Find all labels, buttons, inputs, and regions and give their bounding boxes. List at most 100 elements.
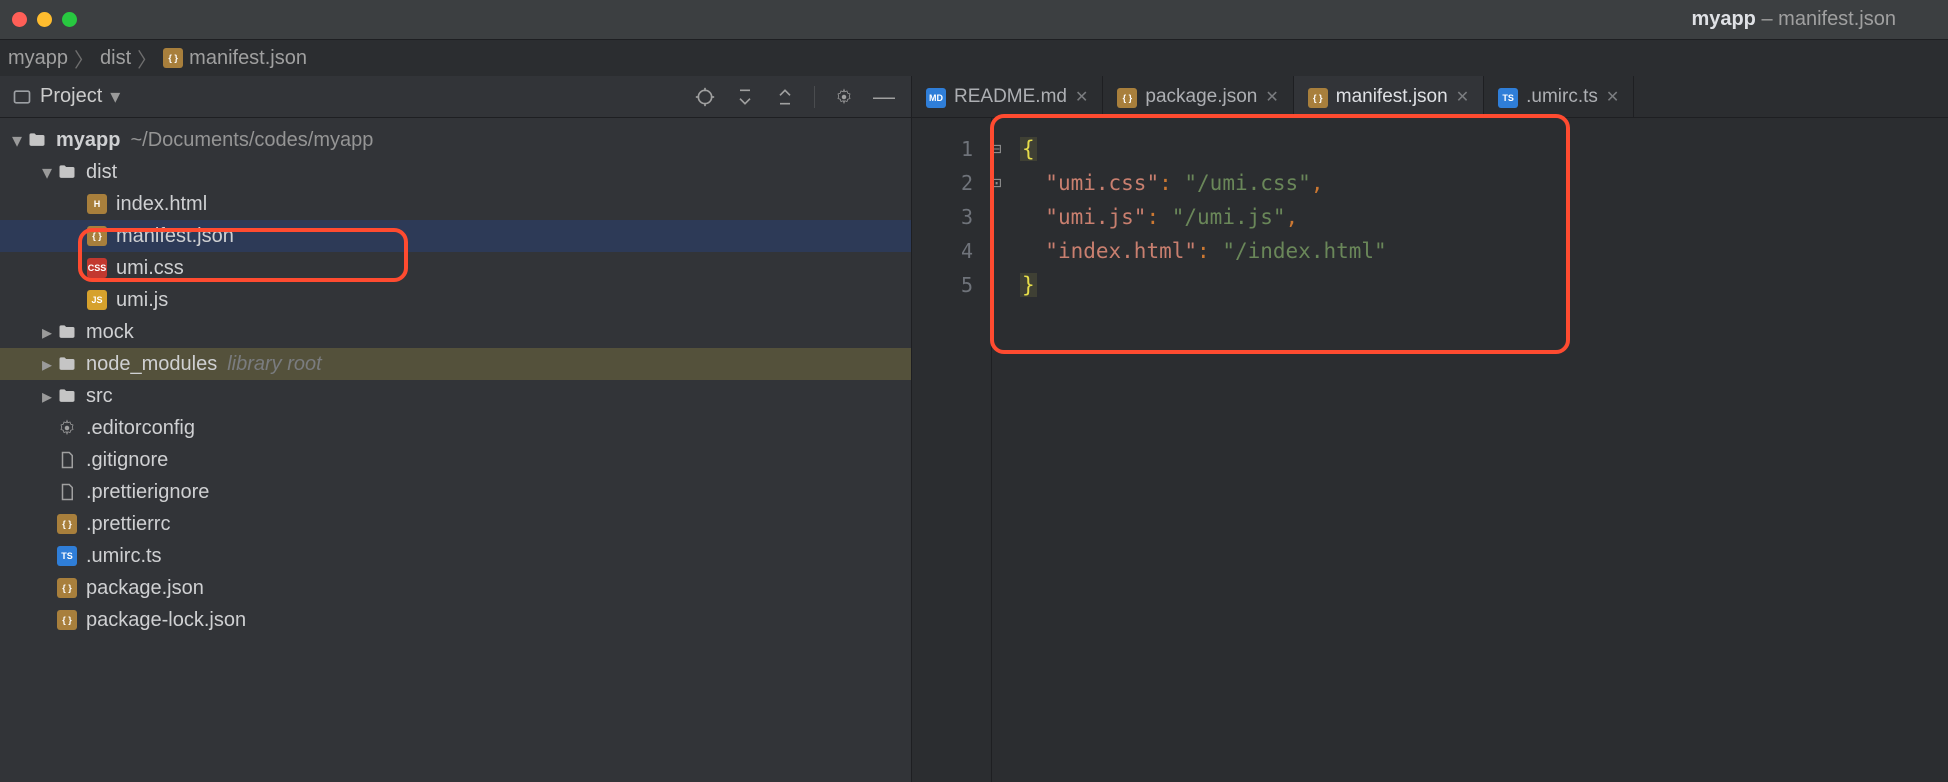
- minimize-window-button[interactable]: [37, 12, 52, 27]
- tree-item-label: umi.css: [116, 257, 184, 280]
- ts-file-icon: TS: [57, 546, 77, 566]
- tree-root[interactable]: ▾myapp~/Documents/codes/myapp: [0, 124, 911, 156]
- gear-icon: [835, 88, 853, 106]
- editor-tab[interactable]: TS.umirc.ts✕: [1484, 76, 1634, 117]
- json-file-icon: { }: [57, 578, 77, 598]
- settings-button[interactable]: [829, 82, 859, 112]
- editor-tab[interactable]: { }package.json✕: [1103, 76, 1293, 117]
- editor-tab[interactable]: MDREADME.md✕: [912, 76, 1103, 117]
- window-title: myapp – manifest.json: [77, 8, 1936, 31]
- tab-label: manifest.json: [1336, 86, 1448, 108]
- tree-item-label: package-lock.json: [86, 609, 246, 632]
- editor-area: MDREADME.md✕{ }package.json✕{ }manifest.…: [912, 76, 1948, 782]
- tree-item-label: mock: [86, 321, 134, 344]
- project-icon: [12, 87, 32, 107]
- tree-item-label: .gitignore: [86, 449, 168, 472]
- breadcrumb-item[interactable]: dist: [100, 47, 131, 70]
- tree-file[interactable]: .editorconfig: [0, 412, 911, 444]
- minus-icon: —: [873, 84, 895, 110]
- chevron-down-icon: ▾: [38, 160, 56, 185]
- code-line: "umi.js": "/umi.js",: [1020, 200, 1948, 234]
- breadcrumb-sep: 〉: [137, 44, 157, 73]
- tree-file[interactable]: Hindex.html: [0, 188, 911, 220]
- tree-file[interactable]: .prettierignore: [0, 476, 911, 508]
- code-area[interactable]: { "umi.css": "/umi.css", "umi.js": "/umi…: [1010, 118, 1948, 782]
- tree-file[interactable]: { }package-lock.json: [0, 604, 911, 636]
- expand-all-button[interactable]: [730, 82, 760, 112]
- tree-folder[interactable]: ▾dist: [0, 156, 911, 188]
- window-controls: [12, 12, 77, 27]
- tree-item-label: src: [86, 385, 113, 408]
- line-number: 5: [912, 268, 973, 302]
- chevron-right-icon: ▸: [38, 384, 56, 409]
- project-panel-title[interactable]: Project ▾: [12, 84, 120, 109]
- editor-body: 12345 ⊟ ⊡ { "umi.css": "/umi.css", "umi.…: [912, 118, 1948, 782]
- fold-gutter: ⊟ ⊡: [992, 118, 1010, 782]
- json-file-icon: { }: [87, 226, 107, 246]
- close-tab-button[interactable]: ✕: [1075, 87, 1088, 107]
- project-header: Project ▾ —: [0, 76, 911, 118]
- select-opened-file-button[interactable]: [690, 82, 720, 112]
- project-panel-label: Project: [40, 85, 102, 108]
- tab-label: README.md: [954, 86, 1067, 108]
- code-line: "index.html": "/index.html": [1020, 234, 1948, 268]
- tree-root-path: ~/Documents/codes/myapp: [130, 129, 373, 152]
- code-line: }: [1020, 268, 1948, 302]
- tree-file[interactable]: TS .umirc.ts: [0, 540, 911, 572]
- text-file-icon: [56, 481, 78, 503]
- code-line: "umi.css": "/umi.css",: [1020, 166, 1948, 200]
- project-tree[interactable]: ▾myapp~/Documents/codes/myapp▾distHindex…: [0, 118, 911, 642]
- hide-panel-button[interactable]: —: [869, 82, 899, 112]
- expand-icon: [735, 87, 755, 107]
- line-number: 3: [912, 200, 973, 234]
- project-tool-window: Project ▾ — ▾myapp~/Documents/codes/myap…: [0, 76, 912, 782]
- folder-icon: [56, 353, 78, 375]
- folder-icon: [56, 321, 78, 343]
- code-line: {: [1020, 132, 1948, 166]
- breadcrumb-label: dist: [100, 47, 131, 70]
- fold-marker[interactable]: ⊡: [992, 166, 1010, 200]
- breadcrumb-label: myapp: [8, 47, 68, 70]
- close-window-button[interactable]: [12, 12, 27, 27]
- js-file-icon: JS: [87, 290, 107, 310]
- editor-tab[interactable]: { } manifest.json ✕: [1294, 76, 1484, 117]
- gear-icon: [56, 417, 78, 439]
- line-number: 1: [912, 132, 973, 166]
- maximize-window-button[interactable]: [62, 12, 77, 27]
- close-tab-button[interactable]: ✕: [1606, 87, 1619, 107]
- tree-item-label: .prettierignore: [86, 481, 209, 504]
- json-file-icon: { }: [1117, 88, 1137, 108]
- chevron-right-icon: ▸: [38, 320, 56, 345]
- breadcrumb-item[interactable]: myapp: [8, 47, 68, 70]
- tree-file[interactable]: JSumi.js: [0, 284, 911, 316]
- breadcrumb-label: manifest.json: [189, 47, 307, 70]
- tree-item-hint: library root: [227, 353, 321, 376]
- fold-marker[interactable]: ⊟: [992, 132, 1010, 166]
- css-file-icon: CSS: [87, 258, 107, 278]
- line-number: 2: [912, 166, 973, 200]
- breadcrumb-sep: 〉: [74, 44, 94, 73]
- tree-file[interactable]: CSS umi.css: [0, 252, 911, 284]
- tree-file[interactable]: { }.prettierrc: [0, 508, 911, 540]
- tree-file[interactable]: { }package.json: [0, 572, 911, 604]
- collapse-all-button[interactable]: [770, 82, 800, 112]
- chevron-down-icon: ▾: [8, 128, 26, 153]
- tree-file[interactable]: { }manifest.json: [0, 220, 911, 252]
- window-title-project: myapp: [1691, 8, 1755, 30]
- tree-item-label: .editorconfig: [86, 417, 195, 440]
- titlebar: myapp – manifest.json: [0, 0, 1948, 40]
- json-file-icon: { }: [1308, 88, 1328, 108]
- tree-folder[interactable]: ▸ mock: [0, 316, 911, 348]
- breadcrumb: myapp 〉 dist 〉 { } manifest.json: [0, 40, 1948, 76]
- tree-folder[interactable]: ▸ node_modules library root: [0, 348, 911, 380]
- json-file-icon: { }: [57, 514, 77, 534]
- html-file-icon: H: [87, 194, 107, 214]
- close-tab-button[interactable]: ✕: [1265, 87, 1278, 107]
- tree-folder[interactable]: ▸ src: [0, 380, 911, 412]
- close-tab-button[interactable]: ✕: [1456, 87, 1469, 107]
- breadcrumb-item[interactable]: { } manifest.json: [163, 47, 307, 70]
- tree-file[interactable]: .gitignore: [0, 444, 911, 476]
- tree-item-label: node_modules: [86, 353, 217, 376]
- tree-item-label: .umirc.ts: [86, 545, 162, 568]
- chevron-right-icon: ▸: [38, 352, 56, 377]
